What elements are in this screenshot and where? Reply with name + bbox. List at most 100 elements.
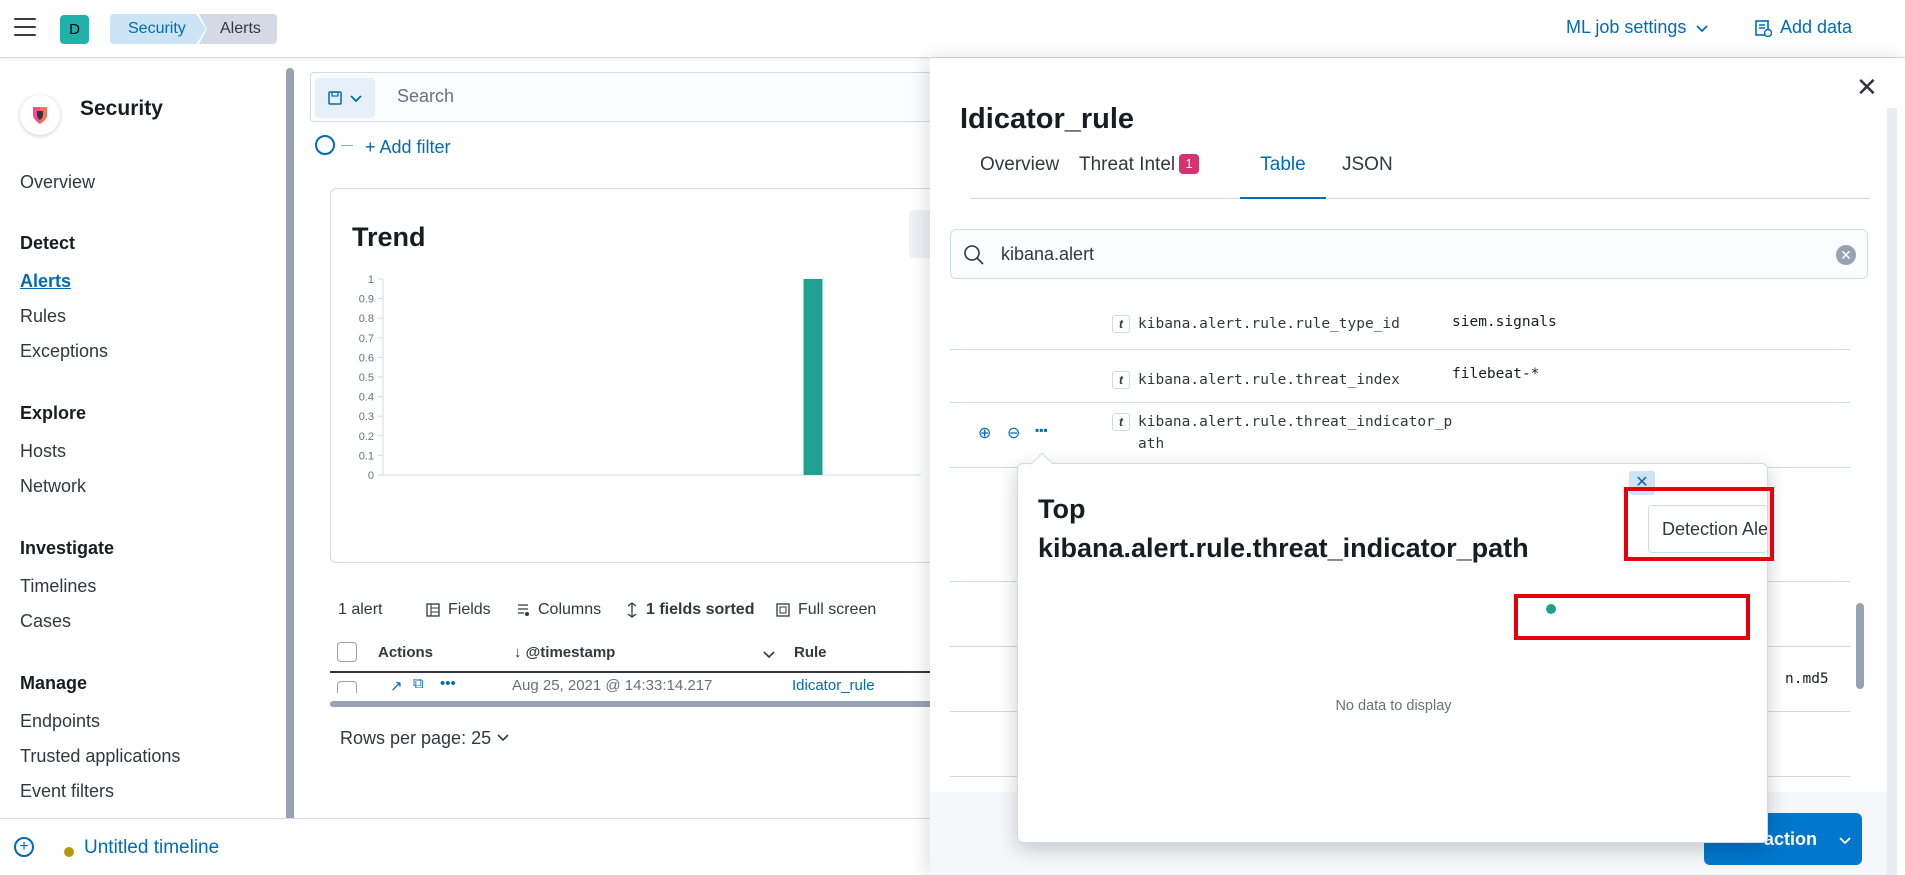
nav-network[interactable]: Network [20,476,86,497]
flyout-tabs: Overview Threat Intel 1 Table JSON [970,144,1870,199]
column-timestamp[interactable]: ↓ @timestamp [514,644,615,661]
side-nav: Security Overview Detect Alerts Rules Ex… [0,58,300,818]
field-search-value: kibana.alert [1001,244,1095,264]
breadcrumb-security[interactable]: Security [110,14,206,44]
field-search-input[interactable]: kibana.alert ✕ [950,229,1868,279]
full-screen-icon [776,603,790,617]
add-filter-button[interactable]: + Add filter [365,137,451,158]
columns-button[interactable]: Columns [516,601,601,619]
timeline-bar: + Untitled timeline [0,818,940,875]
expand-icon[interactable]: ↗ [390,677,403,693]
menu-icon[interactable] [14,18,36,38]
tab-threat-intel[interactable]: Threat Intel 1 [1069,144,1219,199]
app-name: Security [80,97,163,120]
nav-cases[interactable]: Cases [20,611,71,632]
alerts-page: Search + Add filter Trend 0 0.1 0.2 0.3 0.4 0… [300,58,979,818]
filter-menu-icon[interactable] [315,135,335,155]
field-value: siem.signals [1452,314,1557,330]
flyout-title: Idicator_rule [960,103,1135,135]
field-value: n.md5 [1785,671,1829,687]
sidebar-scrollbar[interactable] [286,68,294,822]
nav-hosts[interactable]: Hosts [20,441,66,462]
filter-divider [341,145,353,146]
nav-group-manage: Manage [20,673,88,693]
field-value: filebeat-* [1452,366,1540,382]
table-row: ↗ ⧉ ••• Aug 25, 2021 @ 14:33:14.217 Idic… [330,673,950,693]
chevron-down-icon [350,95,362,103]
security-logo-icon [20,95,60,135]
column-timestamp-label: @timestamp [525,644,616,661]
table-row: t kibana.alert.rule.threat_index filebea… [950,350,1850,403]
nav-overview[interactable]: Overview [20,172,95,193]
nav-trusted-applications[interactable]: Trusted applications [20,746,180,767]
grid-header: Actions ↓ @timestamp Rule [330,633,950,673]
more-actions-icon[interactable]: ▪▪▪ [1035,423,1053,441]
saved-query-button[interactable] [315,78,375,118]
rows-per-page-button[interactable]: Rows per page: 25 [340,728,510,749]
highlight-box [1514,594,1750,640]
table-scrollbar[interactable] [1856,603,1864,689]
row-checkbox[interactable] [337,681,357,693]
analyze-icon[interactable]: ⧉ [413,675,424,692]
grid-horizontal-scrollbar[interactable] [330,701,950,707]
nav-timelines[interactable]: Timelines [20,576,96,597]
nav-group-explore: Explore [20,403,87,423]
space-avatar[interactable]: D [60,15,89,44]
close-icon[interactable]: ✕ [1856,72,1878,103]
y-tick-label: 1 [368,274,374,286]
full-screen-button[interactable]: Full screen [776,601,876,619]
select-all-checkbox[interactable] [337,642,357,662]
row-rule-link[interactable]: Idicator_rule [792,677,875,693]
ml-job-settings-button[interactable]: ML job settings [1566,17,1710,38]
add-timeline-icon[interactable]: + [14,837,34,857]
chart-bar[interactable] [803,279,823,475]
popover-title-line-1: Top [1038,494,1086,524]
field-name-line-1: kibana.alert.rule.threat_indicator_p [1138,414,1453,430]
no-data-message: No data to display [1335,698,1452,714]
search-input[interactable]: Search [397,86,454,107]
sort-button[interactable]: 1 fields sorted [626,601,754,619]
chevron-down-icon [1696,24,1709,32]
tab-overview[interactable]: Overview [970,144,1065,199]
sort-down-icon: ↓ [514,644,526,661]
y-tick-label: 0.6 [359,352,374,364]
column-rule: Rule [794,644,827,661]
save-icon [328,91,342,105]
nav-exceptions[interactable]: Exceptions [20,341,108,362]
chevron-down-icon [1839,837,1851,845]
nav-event-filters[interactable]: Event filters [20,781,114,802]
field-name: kibana.alert.rule.threat_indicator_p ath [1138,411,1452,455]
clear-search-icon[interactable]: ✕ [1836,245,1856,265]
nav-endpoints[interactable]: Endpoints [20,711,100,732]
y-tick-label: 0.1 [359,450,374,462]
columns-icon [518,604,529,616]
timeline-status-dot [64,847,74,857]
nav-group-investigate: Investigate [20,538,115,558]
sort-icon [627,602,637,618]
tab-table[interactable]: Table [1240,144,1326,199]
x-tick-label: 08-24 23:30 [367,498,431,499]
filter-in-icon[interactable]: ⊕ [978,423,996,442]
y-tick-label: 0.7 [359,333,374,345]
threat-intel-count-badge: 1 [1179,154,1200,174]
more-actions-icon[interactable]: ••• [440,675,456,692]
add-data-label: Add data [1780,17,1853,37]
add-data-icon [1755,19,1772,37]
x-tick-label: 08-25 02:30 [449,498,513,499]
add-data-button[interactable]: Add data [1754,17,1852,38]
nav-alerts[interactable]: Alerts [20,271,71,292]
nav-group-detect: Detect [20,233,76,253]
filter-out-icon[interactable]: ⊖ [1007,423,1025,442]
nav-rules[interactable]: Rules [20,306,66,327]
chevron-down-icon[interactable] [762,647,776,661]
field-name: kibana.alert.rule.threat_index [1138,372,1400,388]
untitled-timeline-link[interactable]: Untitled timeline [84,837,219,859]
y-tick-label: 0.9 [359,294,374,306]
tab-json[interactable]: JSON [1332,144,1404,199]
columns-label: Columns [538,601,602,618]
chevron-down-icon [497,734,509,742]
x-tick-label: 08-25 08:30 [612,498,676,499]
y-tick-label: 0.2 [359,431,374,443]
y-tick-label: 0.3 [359,411,374,423]
fields-button[interactable]: Fields [426,601,491,619]
